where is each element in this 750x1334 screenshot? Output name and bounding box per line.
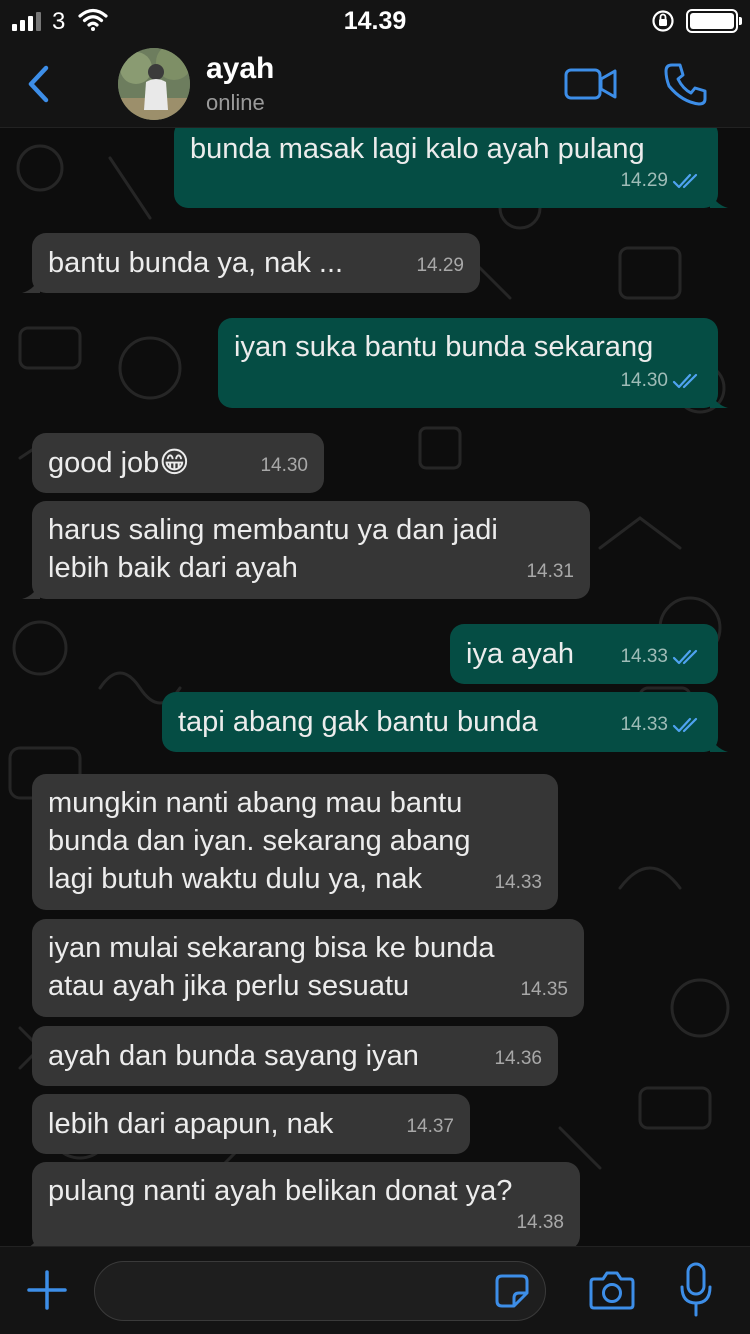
message-meta: 14.37 <box>406 1108 454 1146</box>
bubble-tail <box>22 581 40 599</box>
message-text: iyan mulai sekarang bisa ke bunda atau a… <box>48 932 495 1002</box>
battery-icon <box>686 9 742 33</box>
message-time: 14.33 <box>620 646 668 667</box>
message-text: iyan suka bantu bunda sekarang <box>234 331 654 363</box>
bubble-tail <box>710 734 728 752</box>
message-meta: 14.38 <box>516 1204 564 1242</box>
contact-name[interactable]: ayah <box>206 52 274 86</box>
read-receipt-icon <box>672 173 698 189</box>
message-input[interactable] <box>94 1261 546 1321</box>
plus-icon[interactable] <box>26 1269 68 1311</box>
message-time: 14.30 <box>260 455 308 476</box>
outgoing-message[interactable]: iyan suka bantu bunda sekarang 14.30 <box>218 318 728 408</box>
outgoing-message[interactable]: tapi abang gak bantu bunda 14.33 <box>162 692 728 752</box>
message-meta: 14.29 <box>620 162 702 200</box>
avatar[interactable] <box>118 48 190 120</box>
incoming-message[interactable]: good job😁 14.30 <box>32 433 324 493</box>
message-time: 14.38 <box>516 1212 564 1233</box>
message-time: 14.33 <box>620 714 668 735</box>
message-time: 14.30 <box>620 370 668 391</box>
message-meta: 14.35 <box>520 971 568 1009</box>
camera-icon[interactable] <box>588 1267 636 1313</box>
contact-status: online <box>206 90 265 115</box>
rotation-lock-icon <box>652 10 674 32</box>
video-camera-icon[interactable] <box>564 66 618 102</box>
message-time: 14.31 <box>526 561 574 582</box>
clock: 14.39 <box>343 7 407 35</box>
message-text: ayah dan bunda sayang iyan <box>48 1040 419 1072</box>
read-receipt-icon <box>672 649 698 665</box>
message-text: lebih dari apapun, nak <box>48 1108 334 1140</box>
message-time: 14.33 <box>494 872 542 893</box>
message-text: harus saling membantu ya dan jadi lebih … <box>48 514 498 584</box>
bubble-tail <box>22 275 40 293</box>
bubble-tail <box>710 190 728 208</box>
read-receipt-icon <box>672 373 698 389</box>
chevron-left-icon[interactable] <box>22 62 56 106</box>
message-time: 14.36 <box>494 1048 542 1069</box>
message-meta: 14.29 <box>416 247 464 285</box>
message-text: mungkin nanti abang mau bantu bunda dan … <box>48 787 471 895</box>
incoming-message[interactable]: bantu bunda ya, nak ... 14.29 <box>22 233 480 293</box>
sticker-icon[interactable] <box>494 1273 530 1309</box>
message-time: 14.29 <box>620 170 668 191</box>
microphone-icon[interactable] <box>678 1261 714 1319</box>
message-text: pulang nanti ayah belikan donat ya? <box>48 1175 513 1207</box>
bubble-tail <box>710 390 728 408</box>
composer-bar <box>0 1246 750 1334</box>
message-meta: 14.30 <box>260 447 308 485</box>
incoming-message[interactable]: lebih dari apapun, nak 14.37 <box>32 1094 470 1154</box>
message-time: 14.29 <box>416 255 464 276</box>
incoming-message[interactable]: harus saling membantu ya dan jadi lebih … <box>22 501 590 599</box>
incoming-message[interactable]: pulang nanti ayah belikan donat ya? 14.38 <box>30 1162 580 1246</box>
message-time: 14.37 <box>406 1116 454 1137</box>
bubble-tail <box>30 1232 40 1246</box>
status-bar: 3 14.39 <box>0 0 750 42</box>
incoming-message[interactable]: iyan mulai sekarang bisa ke bunda atau a… <box>32 919 584 1017</box>
message-meta: 14.33 <box>620 638 702 676</box>
outgoing-message[interactable]: bunda masak lagi kalo ayah pulang 14.29 <box>174 128 728 208</box>
message-meta: 14.33 <box>620 706 702 744</box>
message-list[interactable]: bunda masak lagi kalo ayah pulang 14.29 ba… <box>0 128 750 1246</box>
chat-header: ayah online <box>0 42 750 128</box>
phone-icon[interactable] <box>662 60 710 108</box>
message-meta: 14.30 <box>620 362 702 400</box>
message-time: 14.35 <box>520 979 568 1000</box>
message-meta: 14.33 <box>494 864 542 902</box>
read-receipt-icon <box>672 717 698 733</box>
message-meta: 14.31 <box>526 553 574 591</box>
incoming-message[interactable]: mungkin nanti abang mau bantu bunda dan … <box>32 774 558 910</box>
outgoing-message[interactable]: iya ayah 14.33 <box>450 624 718 684</box>
message-text: bantu bunda ya, nak ... <box>48 247 344 279</box>
incoming-message[interactable]: ayah dan bunda sayang iyan 14.36 <box>32 1026 558 1086</box>
message-meta: 14.36 <box>494 1040 542 1078</box>
